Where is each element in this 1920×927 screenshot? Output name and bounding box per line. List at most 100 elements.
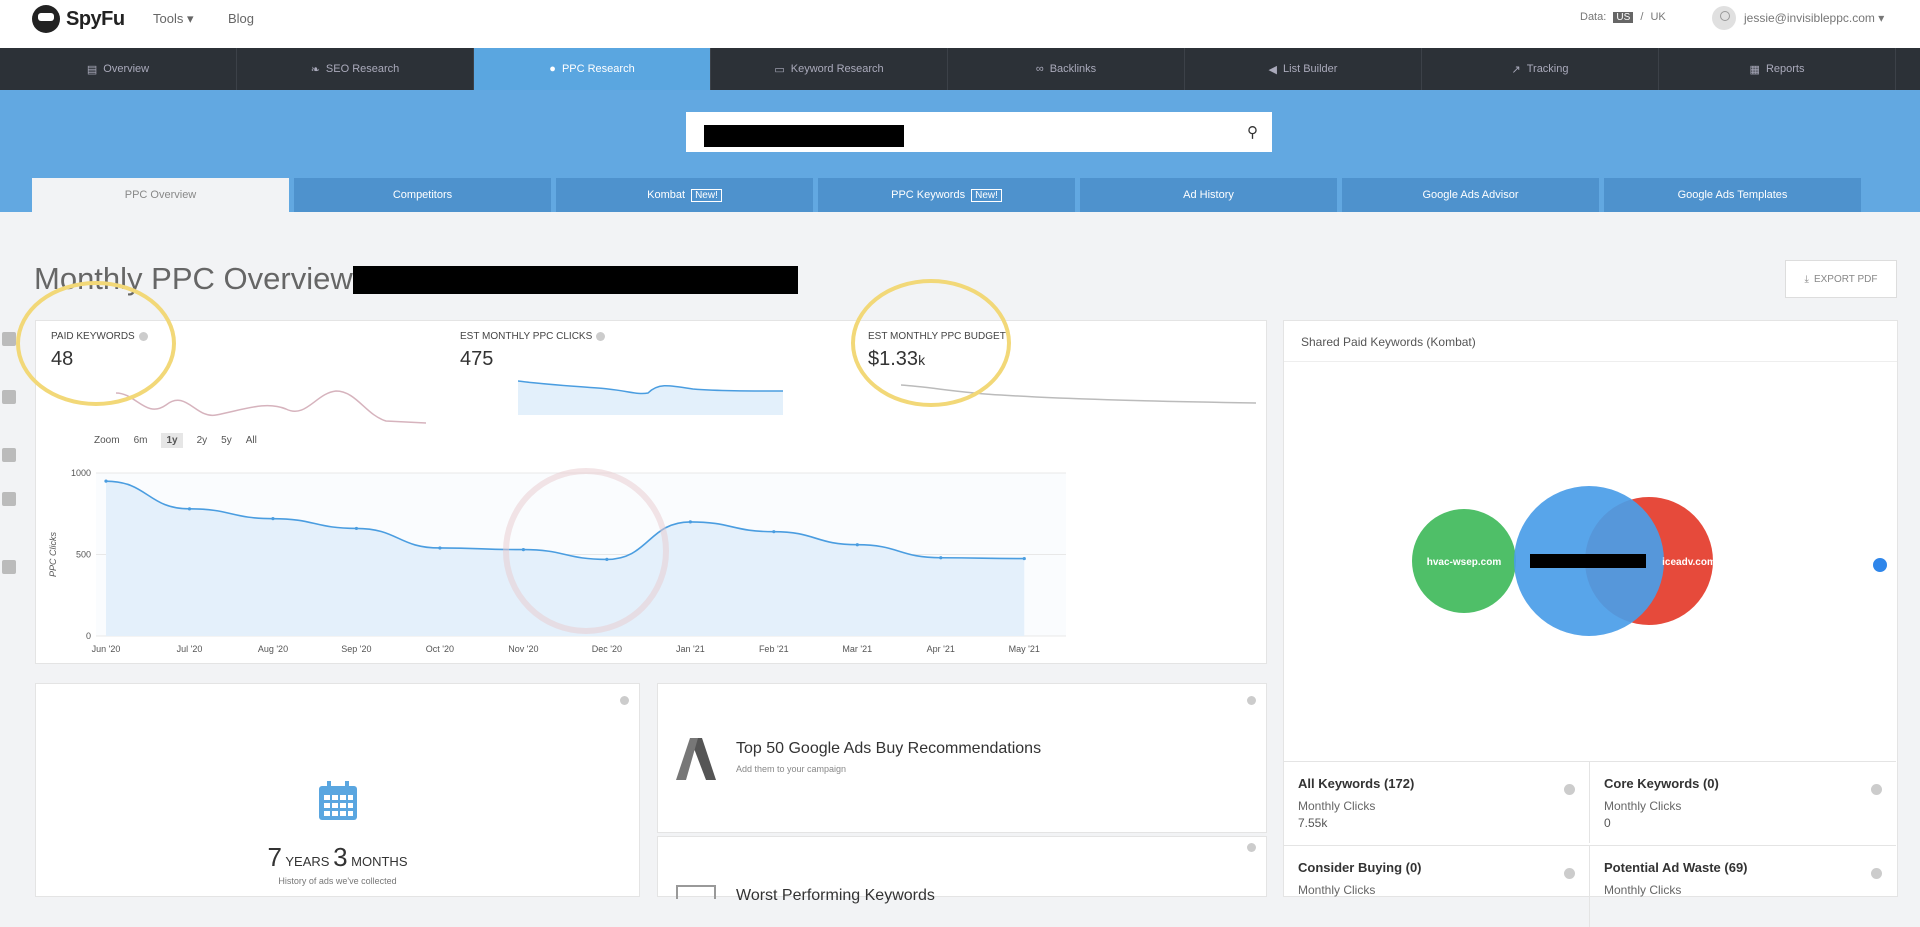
nav-label: PPC Research [561, 63, 635, 75]
data-point[interactable] [438, 546, 442, 550]
rail-chart-icon[interactable] [2, 332, 16, 346]
data-point[interactable] [521, 548, 525, 552]
zoom-2y[interactable]: 2y [197, 435, 208, 446]
brand-name: SpyFu [66, 7, 125, 30]
nav-backlinks[interactable]: ∞ Backlinks [948, 48, 1185, 90]
tab-label: PPC Overview [124, 189, 197, 201]
region-uk[interactable]: UK [1650, 11, 1665, 23]
nav-label: List Builder [1283, 63, 1338, 75]
nav-list-builder[interactable]: ◀ List Builder [1185, 48, 1422, 90]
stat-label: EST MONTHLY PPC CLICKS [460, 331, 593, 342]
nav-ppc-research[interactable]: ● PPC Research [474, 48, 711, 90]
zoom-all[interactable]: All [246, 435, 257, 446]
box-value: 7.55k [1298, 816, 1328, 830]
history-duration: 7 YEARS 3 MONTHS [36, 842, 639, 873]
all-keywords-box[interactable]: All Keywords (172) Monthly Clicks 7.55k [1284, 761, 1590, 843]
nav-reports[interactable]: ▦ Reports [1659, 48, 1896, 90]
nav-keyword-research[interactable]: ▭ Keyword Research [711, 48, 948, 90]
core-keywords-box[interactable]: Core Keywords (0) Monthly Clicks 0 [1590, 761, 1896, 843]
potential-ad-waste-box[interactable]: Potential Ad Waste (69) Monthly Clicks [1590, 845, 1896, 927]
info-icon[interactable] [1247, 843, 1256, 852]
worst-keywords-panel[interactable]: Worst Performing Keywords [657, 836, 1267, 904]
info-icon[interactable] [1564, 868, 1575, 879]
data-point[interactable] [688, 520, 692, 524]
x-tick-label: Jun '20 [92, 644, 121, 654]
kombat-panel: Shared Paid Keywords (Kombat) hvac-wsep.… [1283, 320, 1898, 927]
info-icon[interactable] [596, 332, 606, 341]
info-icon[interactable] [620, 696, 629, 705]
tab-kombat[interactable]: Kombat New! [556, 178, 813, 212]
tab-ppc-overview[interactable]: PPC Overview [32, 178, 289, 212]
avatar-icon [1712, 6, 1736, 30]
box-title: All Keywords (172) [1298, 776, 1415, 791]
rail-competitors-icon[interactable] [2, 390, 16, 404]
zoom-5y[interactable]: 5y [221, 435, 232, 446]
data-point[interactable] [605, 557, 609, 561]
tab-google-ads-advisor[interactable]: Google Ads Advisor [1342, 178, 1599, 212]
kombat-venn-diagram: hvac-wsep.com iceadv.com [1412, 486, 1716, 636]
nav-tracking[interactable]: ↗ Tracking [1422, 48, 1659, 90]
nav-seo-research[interactable]: ❧ SEO Research [237, 48, 474, 90]
x-tick-label: Feb '21 [759, 644, 789, 654]
user-menu[interactable]: jessie@invisibleppc.com ▾ [1712, 6, 1884, 30]
venn-label-competitor-1: hvac-wsep.com [1427, 557, 1502, 568]
data-point[interactable] [855, 543, 859, 547]
y-axis-label: PPC Clicks [48, 532, 58, 578]
info-icon[interactable] [1871, 784, 1882, 795]
box-label: Monthly Clicks [1604, 799, 1682, 813]
ppc-overview-panel: PAID KEYWORDS 48 EST MONTHLY PPC CLICKS … [16, 279, 1267, 664]
tab-competitors[interactable]: Competitors [294, 178, 551, 212]
document-icon: ▦ [1749, 63, 1760, 76]
years-unit: YEARS [285, 854, 330, 869]
info-icon[interactable] [1247, 696, 1256, 705]
search-icon[interactable]: ⚲ [1247, 123, 1258, 141]
spyfu-logo[interactable]: SpyFu [32, 5, 125, 33]
x-tick-label: Sep '20 [341, 644, 371, 654]
data-point[interactable] [354, 526, 359, 531]
calendar-icon [319, 781, 357, 820]
chat-launcher-dot[interactable] [1871, 556, 1889, 574]
nav-overview[interactable]: ▤ Overview [0, 48, 237, 90]
worst-keywords-title: Worst Performing Keywords [736, 887, 935, 904]
sub-tabs: PPC Overview Competitors Kombat New! PPC … [32, 178, 1861, 212]
tab-ppc-keywords[interactable]: PPC Keywords New! [818, 178, 1075, 212]
data-point[interactable] [104, 479, 108, 483]
rail-ads-icon[interactable] [2, 492, 16, 506]
tools-menu[interactable]: Tools ▾ [153, 11, 194, 27]
tab-google-ads-templates[interactable]: Google Ads Templates [1604, 178, 1861, 212]
rail-keywords-icon[interactable] [2, 448, 16, 462]
region-us[interactable]: US [1613, 12, 1634, 23]
zoom-1y[interactable]: 1y [161, 433, 183, 448]
nav-scrollbar[interactable] [1896, 48, 1920, 90]
data-point[interactable] [772, 530, 776, 534]
info-icon[interactable] [1871, 868, 1882, 879]
domain-search-input[interactable]: ⚲ [686, 112, 1272, 152]
tab-label: PPC Keywords [891, 189, 966, 201]
tab-label: Google Ads Advisor [1422, 189, 1519, 201]
info-icon[interactable] [1564, 784, 1575, 795]
data-point[interactable] [271, 517, 275, 521]
data-point[interactable] [939, 556, 943, 560]
export-pdf-button[interactable]: ⤓ EXPORT PDF [1785, 260, 1897, 298]
zoom-6m[interactable]: 6m [134, 435, 148, 446]
consider-buying-box[interactable]: Consider Buying (0) Monthly Clicks [1284, 845, 1590, 927]
nav-label: SEO Research [325, 63, 400, 75]
nav-label: Reports [1765, 63, 1805, 75]
new-badge: New! [691, 188, 722, 202]
zoom-controls: Zoom 6m 1y 2y 5y All [94, 433, 257, 448]
data-point[interactable] [187, 507, 192, 511]
data-point[interactable] [1022, 556, 1026, 561]
rail-history-icon[interactable] [2, 560, 16, 574]
google-ads-icon [676, 738, 716, 780]
circle-icon: ● [549, 63, 556, 75]
redacted-domain [704, 125, 904, 147]
zoom-label: Zoom [94, 435, 120, 446]
recommendations-panel[interactable]: Top 50 Google Ads Buy Recommendations Ad… [657, 683, 1267, 833]
tab-label: Google Ads Templates [1677, 189, 1788, 201]
redacted-domain-title [353, 266, 798, 294]
kombat-title: Shared Paid Keywords (Kombat) [1301, 335, 1476, 349]
top-bar: SpyFu Tools ▾ Blog Data: US / UK jessie@… [0, 0, 1920, 48]
tab-ad-history[interactable]: Ad History [1080, 178, 1337, 212]
box-label: Monthly Clicks [1604, 883, 1682, 897]
blog-link[interactable]: Blog [228, 11, 254, 26]
